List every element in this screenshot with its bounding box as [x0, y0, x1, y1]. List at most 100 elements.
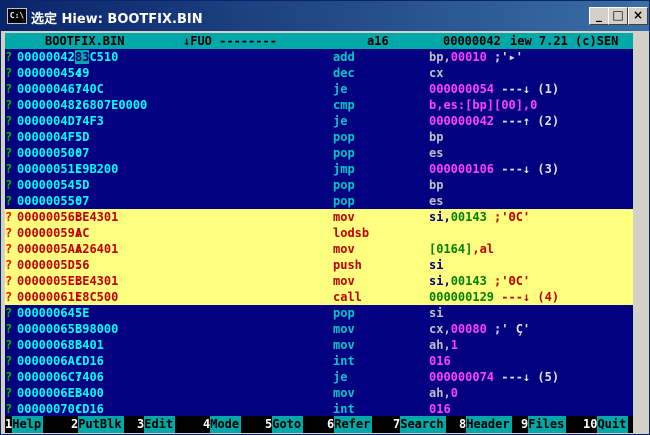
- disasm-row[interactable]: ? 00000059: AC lodsb: [5, 225, 633, 241]
- window-scrollbar[interactable]: [633, 33, 647, 433]
- minimize-button[interactable]: _: [589, 7, 609, 25]
- disasm-row[interactable]: ? 0000005D: 56 push si: [5, 257, 633, 273]
- disasm-row[interactable]: ? 00000068: B401 mov ah,1: [5, 337, 633, 353]
- fkey-quit[interactable]: 10Quit: [583, 416, 629, 433]
- disasm-row[interactable]: ? 00000065: B98000 mov cx,00080 ;' Ç': [5, 321, 633, 337]
- row-bytes-text: 740C: [75, 82, 104, 96]
- fkey-number: 6: [327, 417, 335, 431]
- row-marker: ?: [5, 274, 13, 288]
- row-bytes: CD16: [75, 401, 104, 417]
- row-address: 0000004F:: [17, 130, 83, 144]
- disassembly-listing[interactable]: ? 00000042: 83C510 add bp,00010 ;'▸'? 0000004…: [5, 49, 633, 417]
- operand-value: [0164]: [429, 242, 473, 256]
- disasm-row[interactable]: ? 0000006A: CD16 int 016: [5, 353, 633, 369]
- disasm-row[interactable]: ? 00000054: 5D pop bp: [5, 177, 633, 193]
- row-operands: 000000074 ---↓ (5): [429, 369, 559, 385]
- fkey-header[interactable]: 8Header: [459, 416, 512, 433]
- operand-register: bp: [429, 130, 444, 144]
- fkey-label: Header: [466, 416, 512, 433]
- fkey-goto[interactable]: 5Goto: [265, 416, 304, 433]
- operand-comment: ;' Ç': [486, 322, 531, 336]
- row-marker: ?: [5, 338, 13, 352]
- row-bytes: BE4301: [75, 273, 118, 289]
- disasm-row[interactable]: ? 00000048: 26807E0000 cmp b,es:[bp][00],0: [5, 97, 633, 113]
- row-operands: 016: [429, 401, 451, 417]
- row-bytes: CD16: [75, 353, 104, 369]
- operand-register: si: [429, 306, 444, 320]
- disasm-row[interactable]: ? 0000005E: BE4301 mov si,00143 ;'ΘC': [5, 273, 633, 289]
- close-button[interactable]: ×: [628, 7, 648, 25]
- row-operands: si,00143 ;'ΘC': [429, 273, 530, 289]
- disasm-row[interactable]: ? 0000006C: 7406 je 000000074 ---↓ (5): [5, 369, 633, 385]
- row-bytes: 740C: [75, 81, 104, 97]
- row-mnemonic: mov: [333, 386, 355, 400]
- disasm-row[interactable]: ? 00000045: 49 dec cx: [5, 65, 633, 81]
- row-mnemonic: pop: [333, 194, 355, 208]
- operand-value: 016: [429, 354, 451, 368]
- row-mnemonic: jmp: [333, 162, 355, 176]
- disasm-row[interactable]: ? 00000046: 740C je 000000054 ---↓ (1): [5, 81, 633, 97]
- row-mnemonic: mov: [333, 338, 355, 352]
- fkey-search[interactable]: 7Search: [393, 416, 446, 433]
- operand-comment: ;'▸': [486, 50, 523, 64]
- disasm-row[interactable]: ? 0000006E: B400 mov ah,0: [5, 385, 633, 401]
- disasm-row[interactable]: ? 00000050: 07 pop es: [5, 145, 633, 161]
- fkey-number: 8: [459, 417, 467, 431]
- row-bytes-text: 56: [75, 258, 90, 272]
- fkey-label: Quit: [597, 416, 629, 433]
- disasm-row[interactable]: ? 00000051: E9B200 jmp 000000106 ---↓ (3): [5, 161, 633, 177]
- disasm-row[interactable]: ? 00000056: BE4301 mov si,00143 ;'ΘC': [5, 209, 633, 225]
- row-marker: ?: [5, 162, 13, 176]
- row-mnemonic: je: [333, 370, 348, 384]
- row-operands: 000000054 ---↓ (1): [429, 81, 559, 97]
- header-version: iew 7.21 (c)SEN: [510, 34, 619, 48]
- title-bar[interactable]: C:\ 选定 Hiew: BOOTFIX.BIN _ □ ×: [1, 1, 649, 31]
- disasm-row[interactable]: ? 00000064: 5E pop si: [5, 305, 633, 321]
- disasm-row[interactable]: ? 0000004F: 5D pop bp: [5, 129, 633, 145]
- row-bytes-text: 07: [75, 194, 90, 208]
- row-bytes: BE4301: [75, 209, 118, 225]
- disasm-row[interactable]: ? 0000004D: 74F3 je 000000042 ---↑ (2): [5, 113, 633, 129]
- fkey-number: 7: [393, 417, 401, 431]
- fkey-refer[interactable]: 6Refer: [327, 416, 373, 433]
- row-address: 00000046:: [17, 82, 83, 96]
- fkey-label: Mode: [210, 416, 242, 433]
- maximize-button[interactable]: □: [608, 7, 628, 25]
- disasm-row[interactable]: ? 00000055: 07 pop es: [5, 193, 633, 209]
- row-bytes: B98000: [75, 321, 118, 337]
- fkey-files[interactable]: 9Files: [521, 416, 567, 433]
- row-mnemonic: mov: [333, 210, 355, 224]
- row-marker: ?: [5, 242, 13, 256]
- fkey-help[interactable]: 1Help: [5, 416, 44, 433]
- fkey-edit[interactable]: 3Edit: [137, 416, 176, 433]
- row-bytes-text: E8C500: [75, 290, 119, 304]
- row-marker: ?: [5, 82, 13, 96]
- disasm-row[interactable]: ? 00000061: E8C500 call 000000129 ---↓ (4): [5, 289, 633, 305]
- fkey-number: 4: [203, 417, 211, 431]
- row-bytes-text: 7406: [75, 370, 104, 384]
- disasm-row[interactable]: ? 00000070: CD16 int 016: [5, 401, 633, 417]
- row-bytes-text: BE4301: [75, 210, 119, 224]
- row-bytes: AC: [75, 225, 89, 241]
- row-address: 00000064:: [17, 306, 83, 320]
- disasm-row[interactable]: ? 0000005A: A26401 mov [0164],al: [5, 241, 633, 257]
- operand-value: 000000129: [429, 290, 495, 304]
- fkey-putblk[interactable]: 2PutBlk: [71, 416, 124, 433]
- row-mnemonic: pop: [333, 130, 355, 144]
- console-icon[interactable]: C:\: [7, 8, 27, 24]
- text-cursor[interactable]: 83: [75, 50, 90, 64]
- row-bytes-text: 26807E0000: [75, 98, 148, 112]
- row-address: 0000005A:: [17, 242, 83, 256]
- fkey-mode[interactable]: 4Mode: [203, 416, 242, 433]
- row-mnemonic: int: [333, 354, 355, 368]
- row-bytes-text: B400: [75, 386, 104, 400]
- hiew-screen[interactable]: BOOTFIX.BIN ↓FUO -------- a16 00000042 i…: [5, 33, 633, 433]
- row-address: 00000054:: [17, 178, 83, 192]
- row-bytes: 07: [75, 145, 89, 161]
- operand-comment: ---↓ (4): [494, 290, 560, 304]
- row-bytes-text: 5D: [75, 178, 90, 192]
- row-bytes: B401: [75, 337, 104, 353]
- row-mnemonic: mov: [333, 274, 355, 288]
- disasm-row[interactable]: ? 00000042: 83C510 add bp,00010 ;'▸': [5, 49, 633, 65]
- operand-value: 1: [450, 338, 458, 352]
